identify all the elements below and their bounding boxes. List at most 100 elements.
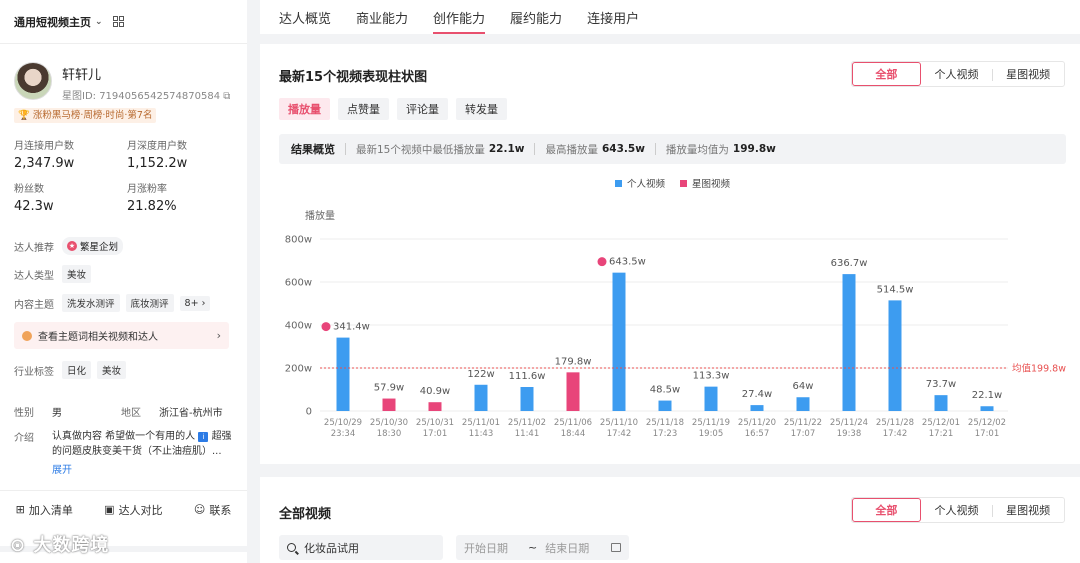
legend-label: 个人视频 (627, 178, 666, 190)
x-tick-label: 17:23 (653, 429, 678, 439)
intro-text: 认真做内容 希望做一个有用的人 i 超强的问题皮肤变美干货（不止油痘肌）... (52, 429, 232, 459)
summary-max-label: 最高播放量 (545, 143, 598, 156)
x-tick-label: 25/12/02 (968, 418, 1006, 428)
compare-label: 达人对比 (118, 503, 163, 517)
stat-fans: 粉丝数 42.3w (14, 180, 124, 214)
segment-all[interactable]: 全部 (852, 62, 921, 86)
y-tick-label: 800w (285, 235, 312, 246)
video-performance-card: 最新15个视频表现柱状图 全部 个人视频 星图视频 播放量 点赞量 评论量 转发… (260, 44, 1080, 464)
metric-tab-likes[interactable]: 点赞量 (338, 98, 389, 120)
x-tick-label: 17:01 (423, 429, 448, 439)
x-tick-label: 25/11/01 (462, 418, 500, 428)
topic-tag: 底妆测评 (125, 294, 174, 312)
compare-button[interactable]: ▣ 达人对比 (104, 502, 162, 518)
summary-min-label: 最新15个视频中最低播放量 (356, 143, 485, 156)
bar-value-label: 122w (467, 369, 494, 380)
metric-tab-comments[interactable]: 评论量 (397, 98, 448, 120)
bar-value-label: 643.5w (609, 257, 646, 268)
tab-connected-users[interactable]: 连接用户 (587, 0, 639, 34)
summary-divider (534, 143, 536, 155)
type-tag: 美妆 (62, 265, 92, 283)
search-value: 化妆品试用 (304, 541, 359, 555)
segment-personal[interactable]: 个人视频 (921, 62, 993, 86)
tab-commercial[interactable]: 商业能力 (356, 0, 408, 34)
x-tick-label: 11:41 (515, 429, 540, 439)
x-tick-label: 25/11/19 (692, 418, 730, 428)
segment-all[interactable]: 全部 (852, 498, 921, 522)
segment-personal[interactable]: 个人视频 (921, 498, 993, 522)
rank-badge[interactable]: 🏆 涨粉黑马榜·周榜·时尚·第7名 (14, 108, 157, 123)
add-to-list-label: 加入清单 (28, 503, 73, 517)
page-switcher[interactable]: 通用短视频主页 ⌄ (0, 0, 247, 44)
metric-tab-plays[interactable]: 播放量 (279, 98, 330, 120)
x-tick-label: 17:01 (975, 429, 1000, 439)
industry-label: 行业标签 (14, 366, 54, 378)
bar (980, 406, 994, 411)
contact-button[interactable]: ☺ 联系 (194, 502, 231, 518)
recommend-tag[interactable]: ★ 繁星企划 (62, 237, 124, 255)
bar (474, 384, 488, 411)
contact-label: 联系 (209, 503, 232, 517)
segment-star[interactable]: 星图视频 (992, 498, 1064, 522)
topic-related-banner[interactable]: 查看主题词相关视频和达人 › (14, 322, 229, 349)
tab-overview[interactable]: 达人概览 (279, 0, 331, 34)
segment-star[interactable]: 星图视频 (992, 62, 1064, 86)
bulb-icon (22, 330, 32, 341)
x-tick-label: 25/11/28 (876, 418, 914, 428)
tab-fulfillment[interactable]: 履约能力 (510, 0, 562, 34)
start-date-placeholder[interactable]: 开始日期 (464, 540, 508, 556)
topic-tag: 洗发水测评 (62, 294, 120, 312)
compare-icon: ▣ (104, 503, 115, 516)
average-label: 均值199.8w (1012, 363, 1066, 375)
x-tick-label: 25/10/30 (370, 418, 408, 428)
creator-sidebar: 通用短视频主页 ⌄ 轩轩儿 星图ID: 7194056542574870584 … (0, 0, 247, 546)
bar-value-label: 73.7w (926, 379, 956, 390)
bar (428, 402, 442, 411)
section-tabs: 达人概览 商业能力 创作能力 履约能力 连接用户 (260, 0, 1080, 34)
bar (888, 300, 902, 411)
recommend-value: 繁星企划 (80, 242, 119, 253)
rank-badge-text: 涨粉黑马榜·周榜·时尚·第7名 (32, 110, 153, 121)
topic-more-tag[interactable]: 8+ › (179, 295, 211, 311)
calendar-icon (611, 543, 621, 552)
copy-icon[interactable]: ⧉ (223, 91, 230, 102)
x-tick-label: 16:57 (745, 429, 770, 439)
expand-link[interactable]: 展开 (52, 461, 72, 476)
peak-icon (321, 322, 331, 332)
bar-value-label: 64w (793, 381, 814, 392)
summary-min-value: 22.1w (488, 143, 525, 155)
info-icon: i (198, 432, 209, 442)
industry-tag: 日化 (62, 361, 92, 379)
x-tick-label: 11:43 (469, 429, 494, 439)
x-tick-label: 25/10/31 (416, 418, 454, 428)
stat-label: 月涨粉率 (127, 184, 167, 195)
video-search-input[interactable]: 化妆品试用 (279, 535, 443, 560)
gender-label: 性别 (14, 408, 34, 419)
x-tick-label: 25/11/10 (600, 418, 638, 428)
grid-icon[interactable] (112, 16, 124, 27)
x-tick-label: 25/11/18 (646, 418, 684, 428)
list-icon: ⊞ (15, 503, 25, 516)
tab-creation[interactable]: 创作能力 (433, 0, 486, 34)
result-summary: 结果概览 最新15个视频中最低播放量 22.1w 最高播放量 643.5w 播放… (279, 134, 1066, 164)
add-to-list-button[interactable]: ⊞ 加入清单 (16, 502, 73, 518)
bar (934, 395, 948, 411)
topic-more-text: 8+ (184, 297, 199, 309)
peak-icon (597, 257, 607, 267)
x-tick-label: 25/12/01 (922, 418, 960, 428)
legend-swatch (615, 180, 622, 187)
chat-icon: ☺ (193, 503, 206, 516)
intro-label: 介绍 (14, 433, 34, 444)
end-date-placeholder[interactable]: 结束日期 (545, 540, 589, 556)
date-range-picker[interactable]: 开始日期 ~ 结束日期 (456, 535, 629, 560)
stat-value: 42.3w (14, 199, 54, 214)
bar (566, 372, 580, 411)
legend-swatch (680, 180, 687, 187)
metric-tab-shares[interactable]: 转发量 (456, 98, 507, 120)
y-tick-label: 600w (285, 278, 312, 289)
trophy-icon: 🏆 (18, 110, 30, 121)
bar-value-label: 113.3w (693, 371, 730, 382)
x-tick-label: 17:07 (791, 429, 816, 439)
all-videos-card: 全部视频 全部 个人视频 星图视频 化妆品试用 开始日期 ~ 结束日期 (260, 477, 1080, 563)
recommend-row: 达人推荐 ★ 繁星企划 (14, 237, 124, 255)
